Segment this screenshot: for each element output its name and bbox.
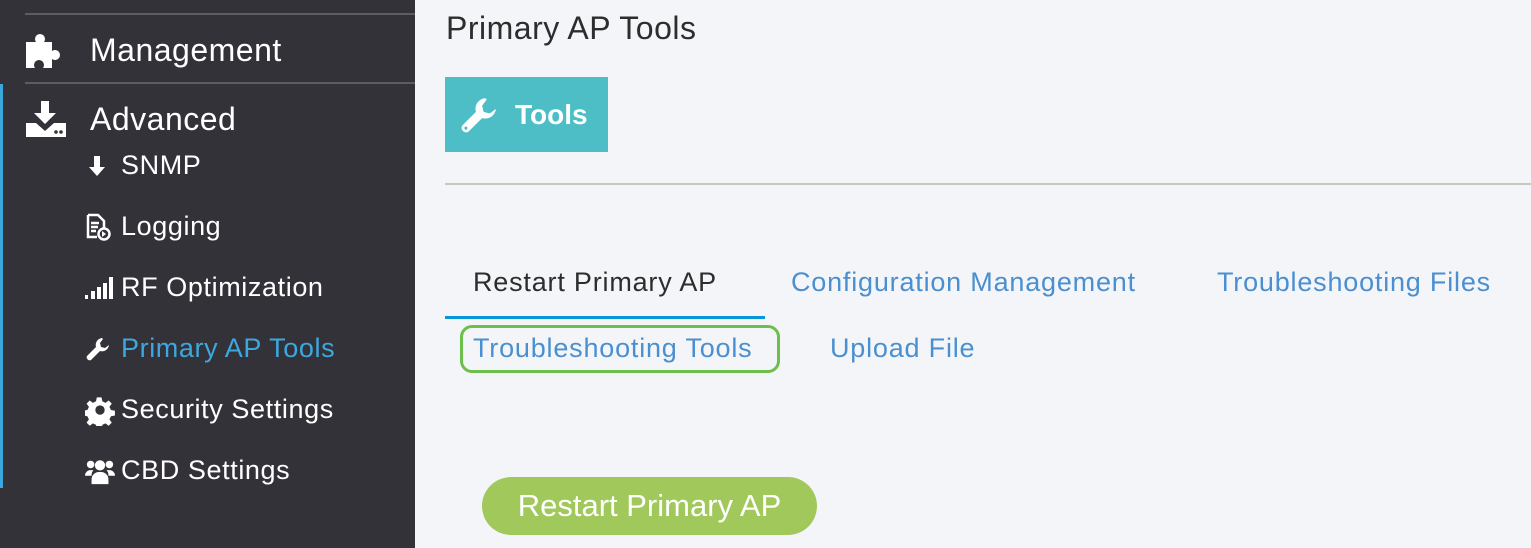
download-icon: [24, 99, 68, 139]
sidebar-item-label: Primary AP Tools: [121, 333, 336, 363]
sidebar-item-snmp[interactable]: SNMP: [85, 150, 201, 181]
sidebar-section-label: Advanced: [90, 100, 237, 137]
sidebar-item-label: CBD Settings: [121, 455, 291, 485]
sidebar-item-label: RF Optimization: [121, 272, 324, 302]
tab-restart-primary-ap[interactable]: Restart Primary AP: [473, 267, 717, 298]
tools-tile-label: Tools: [515, 98, 588, 130]
arrow-down-icon: [85, 151, 115, 181]
tools-tile[interactable]: Tools: [445, 77, 608, 152]
users-icon: [85, 456, 115, 486]
log-file-icon: [85, 212, 115, 242]
active-tab-underline: [445, 316, 765, 319]
sidebar-item-rf-optimization[interactable]: RF Optimization: [85, 272, 324, 303]
puzzle-icon: [24, 30, 68, 70]
tab-upload-file[interactable]: Upload File: [830, 333, 975, 364]
tab-configuration-management[interactable]: Configuration Management: [791, 267, 1136, 298]
sidebar-section-label: Management: [90, 31, 282, 68]
sidebar-item-label: Logging: [121, 211, 222, 241]
wrench-icon: [85, 334, 115, 364]
sidebar: Management Advanced SNMP Logging RF Opti…: [0, 0, 415, 548]
restart-primary-ap-button[interactable]: Restart Primary AP: [482, 477, 817, 535]
tab-troubleshooting-tools[interactable]: Troubleshooting Tools: [473, 333, 752, 364]
sidebar-section-advanced[interactable]: Advanced: [24, 99, 236, 139]
sidebar-section-management[interactable]: Management: [24, 30, 282, 70]
sidebar-item-cbd-settings[interactable]: CBD Settings: [85, 455, 290, 486]
sidebar-divider: [25, 82, 415, 84]
sidebar-item-label: Security Settings: [121, 394, 334, 424]
page-title: Primary AP Tools: [446, 10, 697, 46]
sidebar-divider: [25, 13, 415, 15]
sidebar-item-security-settings[interactable]: Security Settings: [85, 394, 334, 426]
sidebar-item-label: SNMP: [121, 150, 202, 180]
tab-troubleshooting-files[interactable]: Troubleshooting Files: [1217, 267, 1491, 298]
sidebar-item-primary-ap-tools[interactable]: Primary AP Tools: [85, 333, 335, 364]
gear-icon: [85, 395, 115, 426]
sidebar-active-indicator: [0, 84, 3, 488]
section-divider: [445, 183, 1531, 185]
signal-bars-icon: [85, 273, 115, 303]
wrench-icon: [459, 95, 499, 135]
sidebar-item-logging[interactable]: Logging: [85, 211, 221, 242]
